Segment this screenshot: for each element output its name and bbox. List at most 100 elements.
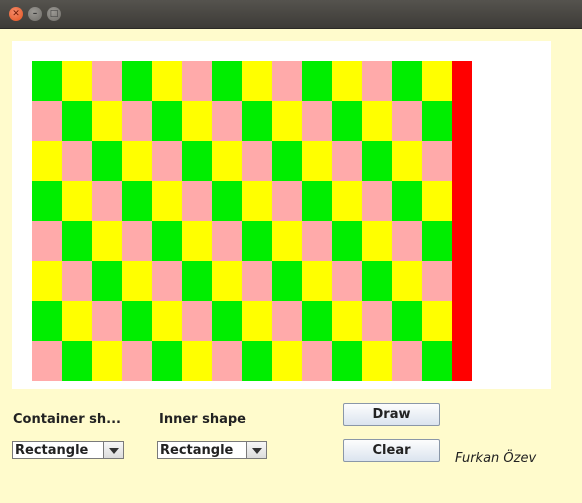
board-cell xyxy=(212,301,242,341)
board-cell xyxy=(302,141,332,181)
board-cell xyxy=(182,101,212,141)
board-cell xyxy=(242,221,272,261)
board-cell xyxy=(212,181,242,221)
board-cell xyxy=(182,141,212,181)
board-cell xyxy=(92,181,122,221)
clear-button[interactable]: Clear xyxy=(343,439,440,462)
board-cell xyxy=(92,141,122,181)
board-cell xyxy=(272,221,302,261)
board-cell xyxy=(422,341,452,381)
board-cell xyxy=(62,341,92,381)
board-cell xyxy=(212,261,242,301)
board-cell xyxy=(182,61,212,101)
board-cell xyxy=(182,261,212,301)
board-cell xyxy=(422,61,452,101)
board-cell xyxy=(302,101,332,141)
board-cell xyxy=(62,221,92,261)
draw-button[interactable]: Draw xyxy=(343,403,440,426)
board-cell xyxy=(32,341,62,381)
board-cell xyxy=(62,261,92,301)
board-cell xyxy=(122,261,152,301)
board-cell xyxy=(272,261,302,301)
container-shape-value: Rectangle xyxy=(15,443,89,458)
board-cell xyxy=(152,341,182,381)
board-cell xyxy=(212,141,242,181)
board-cell xyxy=(152,261,182,301)
board-cell xyxy=(272,301,302,341)
board-cell xyxy=(212,101,242,141)
board-cell xyxy=(332,181,362,221)
board-cell xyxy=(272,341,302,381)
board-cell xyxy=(32,261,62,301)
board-cell xyxy=(242,61,272,101)
board-cell xyxy=(242,141,272,181)
board-cell xyxy=(242,181,272,221)
board-cell xyxy=(152,221,182,261)
board-cell xyxy=(332,101,362,141)
board-cell xyxy=(92,341,122,381)
board-cell xyxy=(122,181,152,221)
board-cell xyxy=(392,301,422,341)
board-cell xyxy=(392,181,422,221)
chevron-down-icon[interactable] xyxy=(246,442,266,458)
board-cell xyxy=(92,61,122,101)
board-cell xyxy=(62,301,92,341)
author-label: Furkan Özev xyxy=(455,451,537,466)
board-cell xyxy=(122,301,152,341)
board-cell xyxy=(302,61,332,101)
board-cell xyxy=(332,141,362,181)
board-cell xyxy=(242,261,272,301)
board-cell xyxy=(362,61,392,101)
board-cell xyxy=(212,341,242,381)
board-cell xyxy=(272,181,302,221)
board-cell xyxy=(122,141,152,181)
container-shape-select[interactable]: Rectangle xyxy=(12,441,124,459)
board-cell xyxy=(152,181,182,221)
board-cell xyxy=(242,301,272,341)
board-cell xyxy=(182,221,212,261)
board-cell xyxy=(212,221,242,261)
board-cell xyxy=(152,301,182,341)
board-cell xyxy=(182,181,212,221)
board-cell xyxy=(62,181,92,221)
board-cell xyxy=(422,221,452,261)
board-cell xyxy=(152,61,182,101)
container-shape-label: Container sh... xyxy=(13,412,121,427)
board-cell xyxy=(62,141,92,181)
chevron-down-icon[interactable] xyxy=(103,442,123,458)
drawing-canvas xyxy=(12,41,551,389)
board-cell xyxy=(332,261,362,301)
close-icon[interactable]: ✕ xyxy=(9,7,23,21)
board-cell xyxy=(362,101,392,141)
board-cell xyxy=(182,341,212,381)
board-cell xyxy=(392,141,422,181)
board-cell xyxy=(302,341,332,381)
board-cell xyxy=(32,221,62,261)
board-cell xyxy=(332,221,362,261)
board-cell xyxy=(32,301,62,341)
board-cell xyxy=(62,101,92,141)
board-cell xyxy=(362,301,392,341)
board-cell xyxy=(392,261,422,301)
checkerboard xyxy=(32,61,452,381)
board-cell xyxy=(92,261,122,301)
board-cell xyxy=(392,61,422,101)
board-cell xyxy=(422,141,452,181)
red-border-bar xyxy=(452,61,472,381)
board-cell xyxy=(302,261,332,301)
inner-shape-select[interactable]: Rectangle xyxy=(157,441,267,459)
board-cell xyxy=(92,221,122,261)
board-cell xyxy=(332,61,362,101)
board-cell xyxy=(362,221,392,261)
board-cell xyxy=(422,261,452,301)
minimize-icon[interactable]: – xyxy=(28,7,42,21)
inner-shape-label: Inner shape xyxy=(159,412,246,427)
maximize-icon[interactable]: □ xyxy=(47,7,61,21)
board-cell xyxy=(32,181,62,221)
board-cell xyxy=(422,181,452,221)
board-cell xyxy=(302,221,332,261)
board-cell xyxy=(122,221,152,261)
board-cell xyxy=(122,341,152,381)
board-cell xyxy=(362,141,392,181)
board-cell xyxy=(122,101,152,141)
